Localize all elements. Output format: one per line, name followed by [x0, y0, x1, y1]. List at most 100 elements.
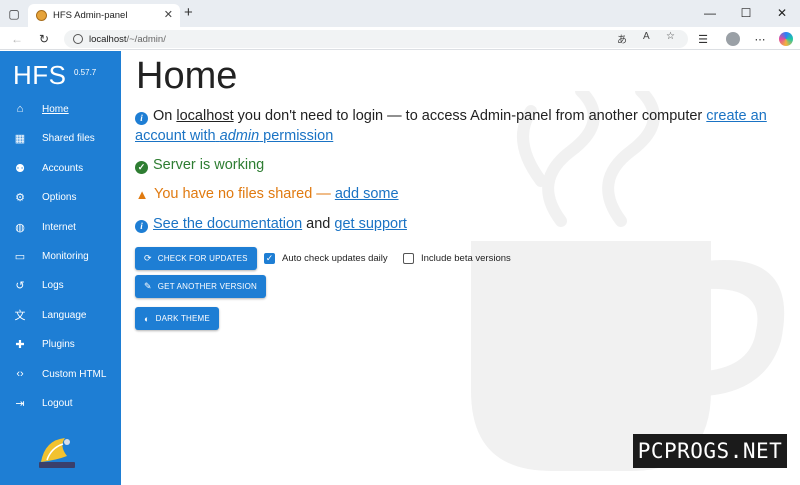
sidebar-item-label: Home — [42, 103, 69, 115]
browser-tab[interactable]: HFS Admin-panel ✕ — [28, 4, 180, 27]
sidebar-item-label: Language — [42, 309, 87, 321]
reload-icon[interactable]: ↻ — [35, 30, 53, 48]
sidebar-item-plugins[interactable]: ✚ Plugins — [0, 330, 121, 358]
auto-check-label: Auto check updates daily — [282, 253, 388, 264]
login-note: i On localhost you don't need to login — … — [135, 106, 775, 146]
sidebar-item-label: Internet — [42, 221, 76, 233]
sidebar-item-label: Monitoring — [42, 250, 89, 262]
sidebar-item-logout[interactable]: ⇥ Logout — [0, 389, 121, 417]
check-updates-button[interactable]: ⟳ CHECK FOR UPDATES — [135, 247, 257, 270]
permission-text: permission — [263, 128, 334, 144]
update-icon: ⟳ — [144, 253, 152, 263]
sidebar-item-label: Shared files — [42, 132, 95, 144]
copilot-icon[interactable] — [777, 30, 795, 48]
login-note-prefix: On — [153, 108, 173, 124]
sidebar-item-label: Logs — [42, 279, 64, 291]
sidebar-item-label: Options — [42, 191, 77, 203]
server-status: ✓ Server is working — [135, 155, 775, 175]
tab-actions-icon[interactable]: ▢ — [4, 4, 24, 24]
main-content: Home i On localhost you don't need to log… — [121, 51, 800, 485]
read-aloud-icon[interactable]: A — [643, 31, 650, 42]
hfs-logo-icon — [39, 438, 75, 468]
site-info-icon[interactable] — [73, 34, 83, 44]
sidebar-item-options[interactable]: ⚙ Options — [0, 183, 121, 211]
monitor-icon: ▭ — [14, 250, 26, 263]
puzzle-icon: ✚ — [15, 338, 25, 351]
translate-icon: 文 — [14, 310, 26, 322]
sidebar-item-label: Logout — [42, 397, 73, 409]
profile-icon[interactable] — [724, 30, 742, 48]
logout-icon: ⇥ — [15, 397, 25, 410]
info-icon: i — [135, 112, 148, 125]
sidebar-item-home[interactable]: ⌂ Home — [0, 95, 121, 123]
check-updates-label: CHECK FOR UPDATES — [157, 254, 248, 263]
contrast-icon: ◐ — [144, 313, 150, 324]
get-another-version-button[interactable]: ✎ GET ANOTHER VERSION — [135, 275, 266, 298]
server-status-text: Server is working — [153, 157, 265, 173]
pencil-icon: ✎ — [144, 281, 152, 291]
accounts-icon: ⚉ — [15, 162, 25, 175]
site-watermark: PCPROGS.NET — [633, 434, 787, 468]
admin-emphasis: admin — [219, 128, 260, 144]
shared-files-icon: ▦ — [14, 132, 26, 145]
info-icon: i — [135, 220, 148, 233]
minimize-button[interactable]: — — [692, 2, 728, 24]
avatar — [726, 32, 740, 46]
sidebar-item-shared-files[interactable]: ▦ Shared files — [0, 124, 121, 152]
url-path: /~/admin/ — [126, 33, 166, 45]
no-files-text: You have no files shared — — [154, 186, 331, 202]
gear-icon: ⚙ — [15, 191, 25, 204]
home-icon: ⌂ — [16, 103, 24, 115]
favicon-icon — [36, 10, 47, 21]
beta-versions-label: Include beta versions — [421, 253, 511, 264]
version-label: 0.57.7 — [74, 68, 97, 77]
maximize-button[interactable]: ☐ — [728, 2, 764, 24]
back-arrow-icon[interactable]: ← — [8, 30, 26, 48]
sidebar-item-accounts[interactable]: ⚉ Accounts — [0, 154, 121, 182]
page-title: Home — [136, 55, 238, 97]
sidebar-item-label: Custom HTML — [42, 368, 107, 380]
new-tab-button[interactable]: + — [184, 4, 193, 21]
checkbox-unchecked-icon — [403, 253, 414, 264]
checkbox-checked-icon: ✓ — [264, 253, 275, 264]
auto-check-checkbox[interactable]: ✓ Auto check updates daily — [264, 253, 388, 264]
address-toolbar: ← ↻ localhost/~/admin/ あ A ☆ ☰ ⋯ — [0, 27, 800, 50]
favorite-star-icon[interactable]: ☆ — [666, 31, 675, 42]
dark-theme-label: DARK THEME — [155, 314, 210, 323]
url-host: localhost — [89, 33, 127, 45]
documentation-link[interactable]: See the documentation — [153, 216, 302, 232]
sidebar-item-monitoring[interactable]: ▭ Monitoring — [0, 242, 121, 270]
add-some-link[interactable]: add some — [335, 186, 399, 202]
history-icon: ↺ — [15, 279, 25, 292]
favorites-icon[interactable]: ☰ — [694, 30, 712, 48]
sidebar-item-label: Accounts — [42, 162, 84, 174]
translate-page-icon[interactable]: あ — [617, 31, 627, 46]
sidebar-item-internet[interactable]: ◍ Internet — [0, 213, 121, 241]
brand-title: HFS — [13, 60, 67, 90]
docs-line: i See the documentation and get support — [135, 214, 775, 234]
globe-icon: ◍ — [15, 221, 25, 234]
more-options-icon[interactable]: ⋯ — [751, 30, 769, 48]
code-icon: ‹› — [16, 368, 24, 380]
sidebar-item-label: Plugins — [42, 338, 75, 350]
no-files-warning: ▲ You have no files shared — add some — [135, 184, 775, 204]
sidebar-item-custom-html[interactable]: ‹› Custom HTML — [0, 360, 121, 388]
sidebar: HFS 0.57.7 ⌂ Home ▦ Shared files ⚉ Accounts… — [0, 51, 121, 485]
coffee-cup-watermark-icon — [471, 91, 785, 471]
browser-tab-bar: ▢ HFS Admin-panel ✕ + — ☐ ✕ — [0, 0, 800, 27]
window-close-button[interactable]: ✕ — [764, 2, 800, 24]
get-support-link[interactable]: get support — [334, 216, 407, 232]
tab-close-icon[interactable]: ✕ — [164, 8, 173, 21]
sidebar-item-language[interactable]: 文 Language — [0, 301, 121, 329]
tab-title: HFS Admin-panel — [53, 10, 128, 21]
warning-icon: ▲ — [135, 187, 149, 202]
docs-and: and — [306, 216, 331, 232]
copilot-logo — [779, 32, 793, 46]
login-note-text: you don't need to login — to access Admi… — [237, 108, 703, 124]
get-another-version-label: GET ANOTHER VERSION — [157, 282, 257, 291]
beta-versions-checkbox[interactable]: Include beta versions — [403, 253, 511, 264]
localhost-link[interactable]: localhost — [176, 108, 233, 124]
url-field[interactable]: localhost/~/admin/ — [64, 30, 688, 48]
dark-theme-button[interactable]: ◐ DARK THEME — [135, 307, 219, 330]
sidebar-item-logs[interactable]: ↺ Logs — [0, 271, 121, 299]
